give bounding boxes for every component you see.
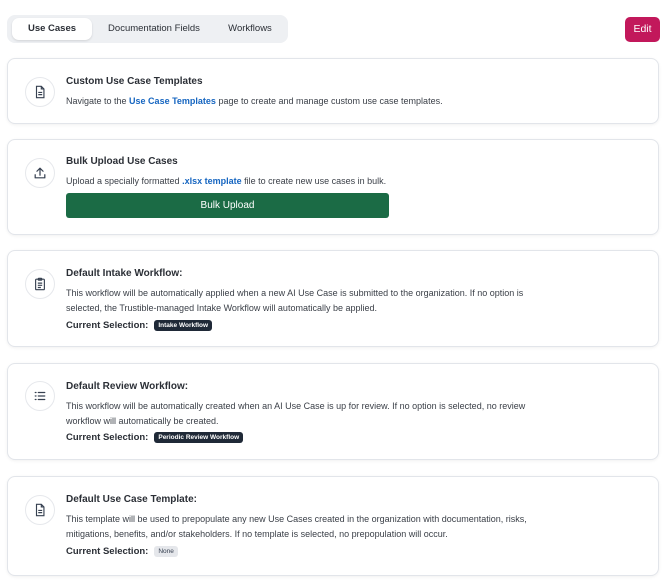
custom-templates-card: Custom Use Case Templates Navigate to th… <box>7 58 659 124</box>
clipboard-icon <box>25 269 55 299</box>
document-icon <box>25 77 55 107</box>
current-selection-label: Current Selection: <box>66 320 149 331</box>
default-template-card: Default Use Case Template: This template… <box>7 476 659 576</box>
card-title: Bulk Upload Use Cases <box>66 156 178 167</box>
tab-documentation-fields[interactable]: Documentation Fields <box>95 18 213 40</box>
current-selection-label: Current Selection: <box>66 432 149 443</box>
review-workflow-card: Default Review Workflow: This workflow w… <box>7 363 659 460</box>
current-selection: Current Selection: None <box>66 546 178 557</box>
card-title: Default Use Case Template: <box>66 494 197 505</box>
card-title: Default Intake Workflow: <box>66 268 183 279</box>
card-description: Navigate to the Use Case Templates page … <box>66 96 443 106</box>
selection-badge: None <box>154 546 178 557</box>
tab-bar: Use Cases Documentation Fields Workflows <box>7 15 288 43</box>
card-title: Custom Use Case Templates <box>66 76 203 87</box>
use-case-templates-link[interactable]: Use Case Templates <box>129 96 216 106</box>
selection-badge: Intake Workflow <box>154 320 213 331</box>
current-selection-label: Current Selection: <box>66 546 149 557</box>
selection-badge: Periodic Review Workflow <box>154 432 244 443</box>
tab-use-cases[interactable]: Use Cases <box>12 18 92 40</box>
intake-workflow-card: Default Intake Workflow: This workflow w… <box>7 250 659 347</box>
list-icon <box>25 381 55 411</box>
current-selection: Current Selection: Periodic Review Workf… <box>66 432 244 443</box>
xlsx-template-link[interactable]: .xlsx template <box>182 176 242 186</box>
tab-workflows[interactable]: Workflows <box>215 18 285 40</box>
current-selection: Current Selection: Intake Workflow <box>66 320 213 331</box>
bulk-upload-button[interactable]: Bulk Upload <box>66 193 389 218</box>
card-description: This workflow will be automatically crea… <box>66 401 526 426</box>
card-description: Upload a specially formatted .xlsx templ… <box>66 176 387 186</box>
card-title: Default Review Workflow: <box>66 381 189 392</box>
edit-button[interactable]: Edit <box>625 17 660 42</box>
card-description: This template will be used to prepopulat… <box>66 514 527 539</box>
upload-icon <box>25 158 55 188</box>
bulk-upload-card: Bulk Upload Use Cases Upload a specially… <box>7 139 659 235</box>
card-description: This workflow will be automatically appl… <box>66 288 524 313</box>
document-icon <box>25 495 55 525</box>
